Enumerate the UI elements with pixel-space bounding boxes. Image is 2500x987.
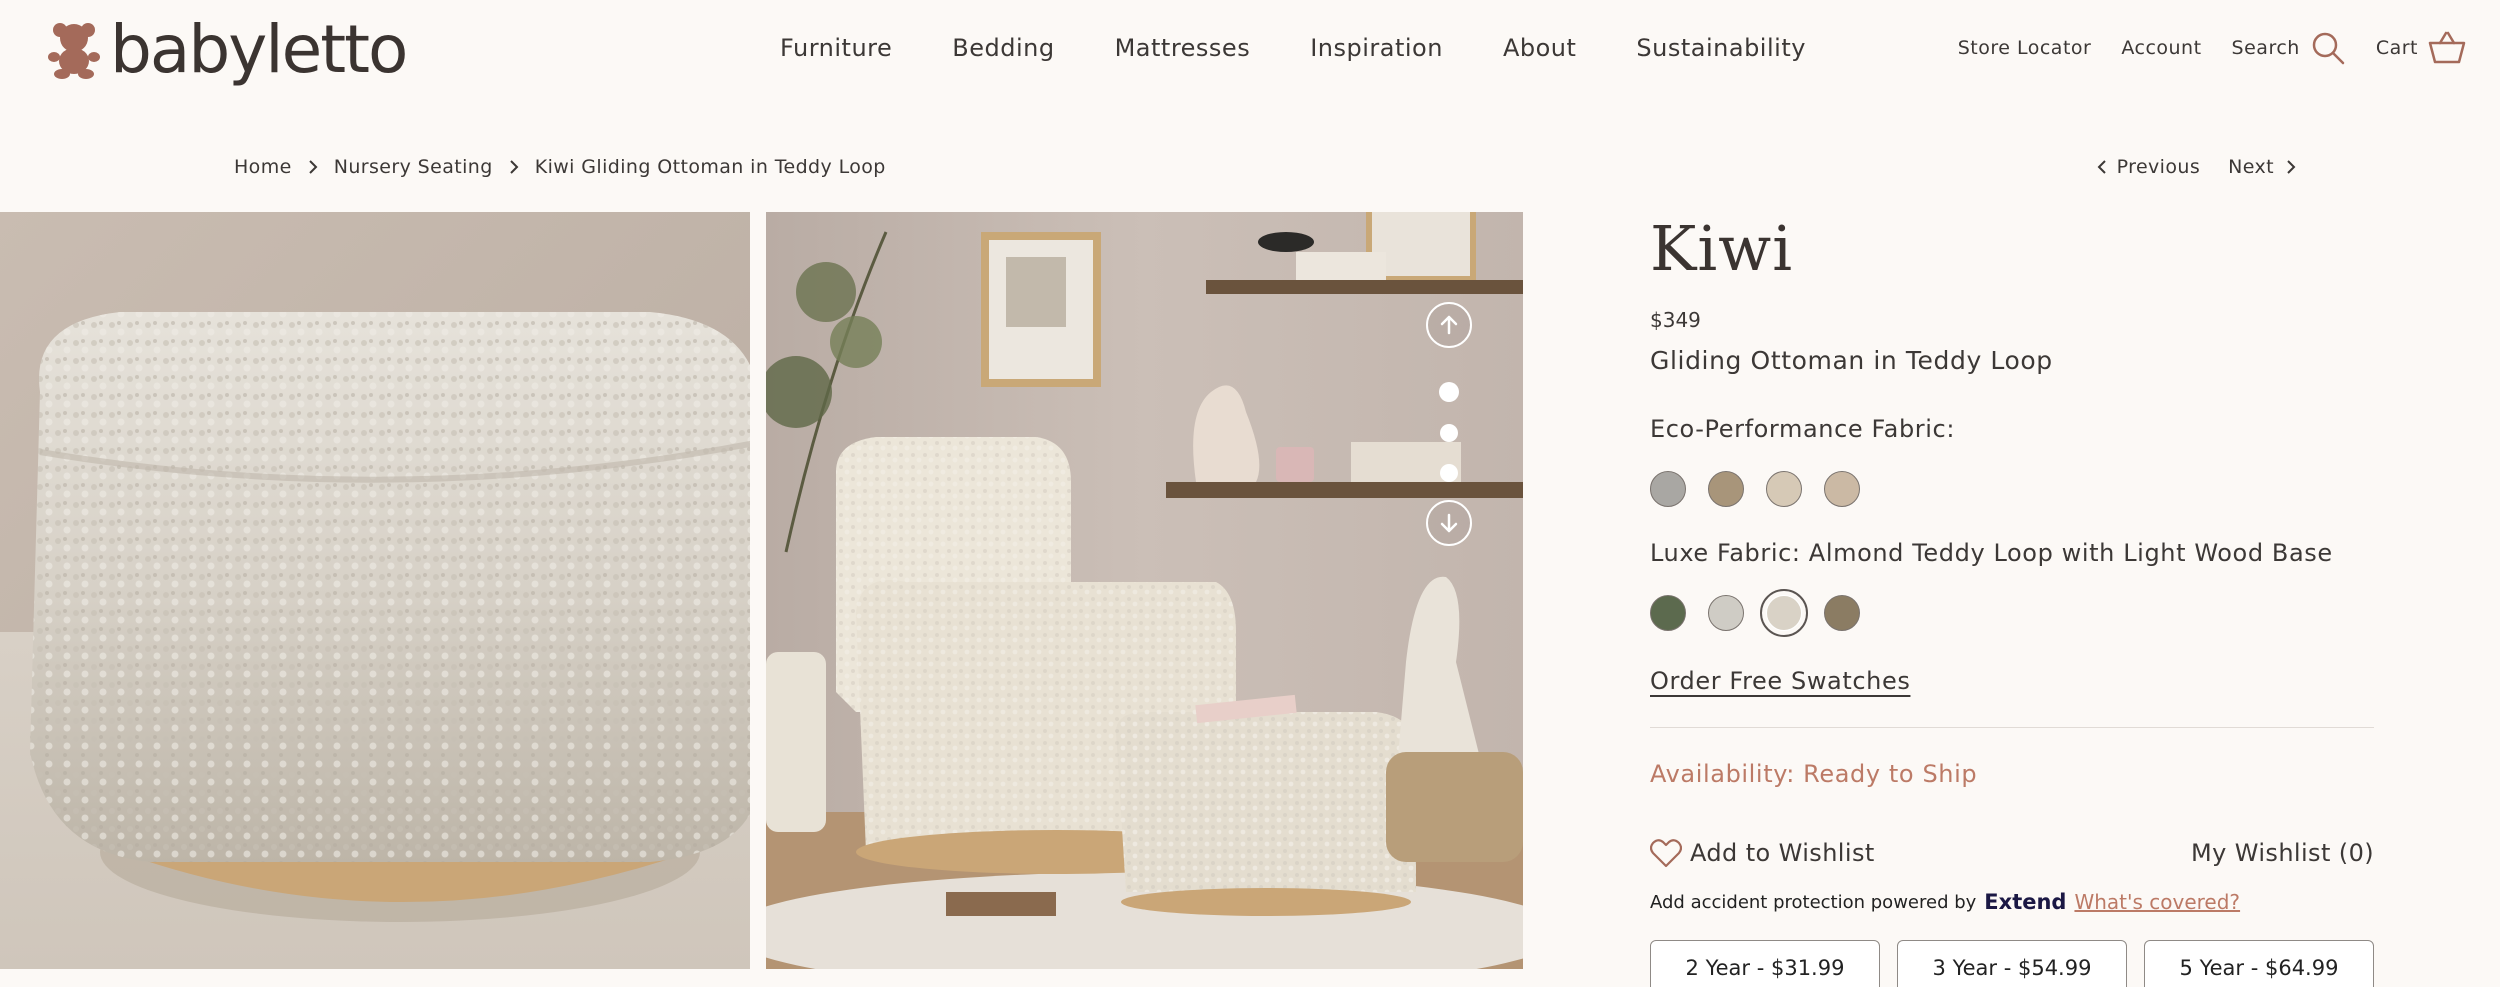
brand-name: babyletto: [110, 11, 408, 88]
teddy-bear-icon: [48, 23, 100, 79]
breadcrumb: Home Nursery Seating Kiwi Gliding Ottoma…: [234, 156, 886, 178]
account-link[interactable]: Account: [2121, 37, 2201, 59]
plan-5-year-button[interactable]: 5 Year - $64.99: [2144, 940, 2374, 987]
whats-covered-link[interactable]: What's covered?: [2074, 890, 2240, 914]
room-scene-illustration: [766, 212, 1523, 969]
availability-status: Availability: Ready to Ship: [1650, 760, 1978, 788]
chevron-left-icon: [2097, 160, 2106, 174]
breadcrumb-current: Kiwi Gliding Ottoman in Teddy Loop: [534, 156, 886, 178]
product-image-room[interactable]: [766, 212, 1523, 969]
gallery-down-button[interactable]: [1426, 500, 1472, 546]
extend-logo: Extend: [1984, 890, 2067, 914]
chevron-right-icon: [509, 160, 519, 174]
cart-label: Cart: [2375, 37, 2418, 59]
site-header: babyletto Furniture Bedding Mattresses I…: [0, 0, 2500, 104]
chevron-right-icon: [308, 160, 318, 174]
gallery-up-button[interactable]: [1426, 302, 1472, 348]
swatch-eco[interactable]: [1650, 471, 1686, 507]
store-locator-link[interactable]: Store Locator: [1958, 37, 2092, 59]
gallery-dot[interactable]: [1440, 464, 1458, 482]
nav-item-mattresses[interactable]: Mattresses: [1115, 34, 1251, 62]
luxe-fabric-label: Luxe Fabric: Almond Teddy Loop with Ligh…: [1650, 539, 2333, 567]
protection-plans: 2 Year - $31.99 3 Year - $54.99 5 Year -…: [1650, 940, 2374, 987]
eco-fabric-swatches: [1650, 471, 2374, 507]
cart-button[interactable]: Cart: [2376, 31, 2466, 65]
search-button[interactable]: Search: [2232, 30, 2346, 66]
plan-2-year-button[interactable]: 2 Year - $31.99: [1650, 940, 1880, 987]
main-nav: Furniture Bedding Mattresses Inspiration…: [780, 34, 1866, 62]
divider: [1650, 727, 2374, 728]
previous-label: Previous: [2116, 156, 2201, 178]
nav-item-about[interactable]: About: [1503, 34, 1576, 62]
extend-protection-row: Add accident protection powered by Exten…: [1650, 890, 2374, 914]
product-price: $349: [1650, 308, 1701, 332]
swatch-luxe[interactable]: [1824, 595, 1860, 631]
ottoman-closeup-illustration: [0, 212, 750, 969]
product-subtitle: Gliding Ottoman in Teddy Loop: [1650, 346, 2053, 375]
gallery-controls: [1426, 302, 1472, 546]
utility-nav: Store Locator Account Search Cart: [1928, 30, 2466, 66]
cart-basket-icon: [2428, 31, 2466, 64]
add-to-wishlist-label: Add to Wishlist: [1690, 839, 1875, 867]
plan-3-year-button[interactable]: 3 Year - $54.99: [1897, 940, 2127, 987]
swatch-luxe-selected[interactable]: [1760, 589, 1808, 637]
arrow-up-icon: [1440, 315, 1458, 335]
breadcrumb-home[interactable]: Home: [234, 156, 292, 178]
nav-item-inspiration[interactable]: Inspiration: [1310, 34, 1443, 62]
wishlist-row: Add to Wishlist My Wishlist (0): [1650, 838, 2374, 868]
add-to-wishlist-button[interactable]: Add to Wishlist: [1650, 838, 1875, 868]
nav-item-sustainability[interactable]: Sustainability: [1636, 34, 1806, 62]
search-icon: [2312, 32, 2345, 65]
product-pager: Previous Next: [2069, 156, 2296, 178]
swatch-eco[interactable]: [1824, 471, 1860, 507]
heart-icon: [1650, 839, 1682, 868]
swatch-eco[interactable]: [1766, 471, 1802, 507]
swatch-eco[interactable]: [1708, 471, 1744, 507]
product-info: Kiwi $349 Gliding Ottoman in Teddy Loop …: [1650, 212, 2374, 987]
arrow-down-icon: [1440, 513, 1458, 533]
product-image-closeup[interactable]: [0, 212, 750, 969]
breadcrumb-nursery-seating[interactable]: Nursery Seating: [334, 156, 493, 178]
nav-item-bedding[interactable]: Bedding: [952, 34, 1054, 62]
chevron-right-icon: [2287, 160, 2296, 174]
swatch-luxe[interactable]: [1650, 595, 1686, 631]
product-title: Kiwi: [1650, 212, 1794, 285]
my-wishlist-link[interactable]: My Wishlist (0): [2191, 839, 2374, 867]
swatch-luxe[interactable]: [1708, 595, 1744, 631]
gallery-dot[interactable]: [1440, 424, 1458, 442]
luxe-fabric-swatches: [1650, 589, 2374, 637]
previous-link[interactable]: Previous: [2097, 156, 2201, 178]
brand-logo[interactable]: babyletto: [48, 11, 408, 88]
nav-item-furniture[interactable]: Furniture: [780, 34, 892, 62]
order-swatches-link[interactable]: Order Free Swatches: [1650, 667, 1910, 695]
next-label: Next: [2228, 156, 2274, 178]
search-label: Search: [2231, 37, 2300, 59]
extend-text: Add accident protection powered by: [1650, 891, 1977, 913]
next-link[interactable]: Next: [2228, 156, 2296, 178]
eco-fabric-label: Eco-Performance Fabric:: [1650, 415, 1956, 443]
gallery-dot[interactable]: [1439, 382, 1459, 402]
